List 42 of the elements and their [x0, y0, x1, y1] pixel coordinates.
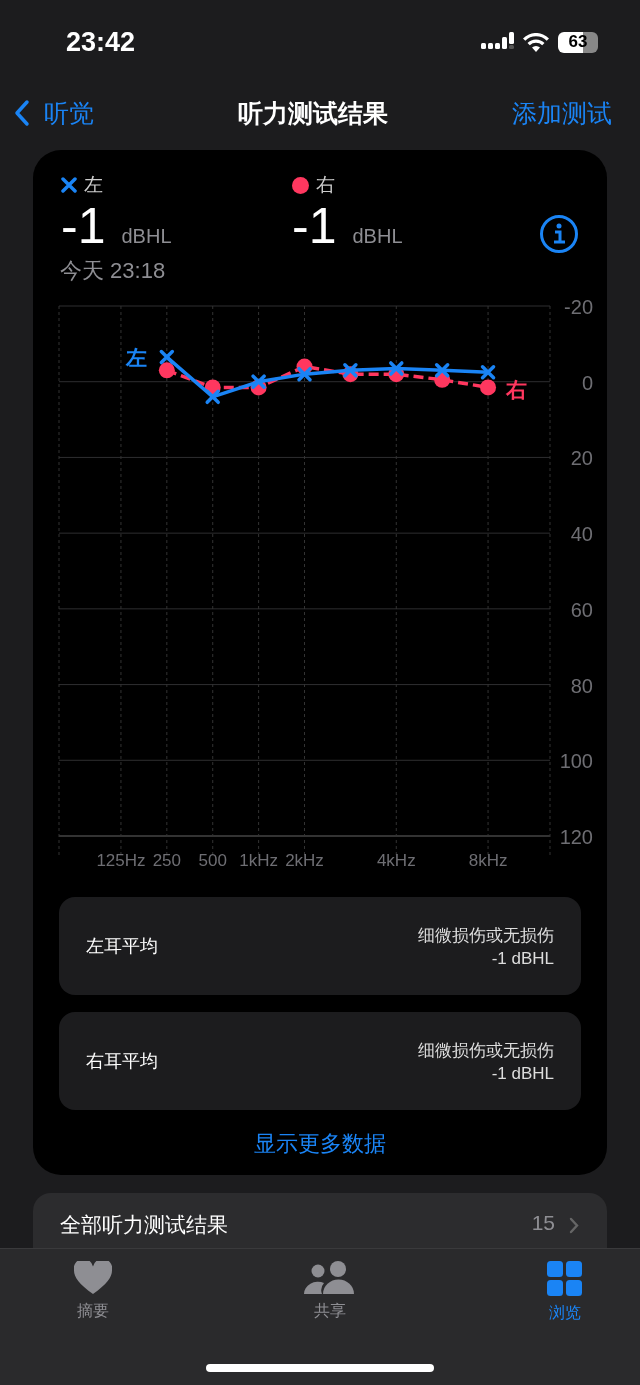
y-tick-label: -20 [564, 296, 593, 318]
y-tick-label: 100 [559, 750, 593, 773]
test-date: 今天 23:18 [59, 257, 167, 285]
x-tick-label: 2kHz [285, 851, 324, 870]
page-title: 听力测试结果 [238, 97, 388, 129]
x-tick-label: 500 [198, 851, 227, 870]
hearing-grade: 细微损伤或无损伤 [418, 1039, 554, 1062]
x-tick-label: 4kHz [376, 851, 416, 870]
status-time: 23:42 [66, 26, 136, 58]
unit-label: dBHL [121, 225, 172, 248]
x-tick-label: 125Hz [96, 851, 146, 870]
line-label: 左 [125, 346, 147, 370]
y-tick-label: 120 [559, 826, 593, 848]
ear-label: 右 [316, 173, 335, 197]
average-label: 右耳平均 [86, 1050, 158, 1073]
tab-item[interactable]: 共享 [303, 1249, 356, 1333]
average-value: -1 dBHL [491, 948, 554, 969]
hearing-value: -1 [292, 198, 337, 254]
x-tick-label: 1kHz [239, 851, 278, 870]
y-tick-label: 20 [570, 447, 593, 470]
ear-label: 左 [84, 173, 103, 197]
back-button[interactable]: 听觉 [14, 96, 94, 130]
all-results-row[interactable]: 全部听力测试结果 15 [33, 1193, 607, 1248]
row-label: 全部听力测试结果 [60, 1212, 229, 1238]
hearing-grade: 细微损伤或无损伤 [418, 924, 554, 947]
show-more-link[interactable]: 显示更多数据 [254, 1129, 386, 1159]
battery-icon: 63 [558, 31, 598, 53]
tab-item[interactable]: 摘要 [74, 1249, 112, 1333]
average-label: 左耳平均 [86, 935, 158, 958]
result-count: 15 [531, 1211, 555, 1235]
x-tick-label: 8kHz [468, 851, 508, 870]
line-label: 右 [506, 378, 528, 402]
unit-label: dBHL [352, 225, 403, 248]
y-tick-label: 0 [581, 371, 593, 394]
average-value: -1 dBHL [491, 1063, 554, 1084]
x-tick-label: 250 [152, 851, 181, 870]
tab-item[interactable]: 浏览 [547, 1249, 583, 1333]
add-test-button[interactable]: 添加测试 [512, 96, 612, 130]
y-tick-label: 40 [570, 523, 593, 546]
y-tick-label: 60 [570, 598, 593, 621]
y-tick-label: 80 [570, 674, 593, 697]
hearing-value: -1 [61, 198, 106, 254]
